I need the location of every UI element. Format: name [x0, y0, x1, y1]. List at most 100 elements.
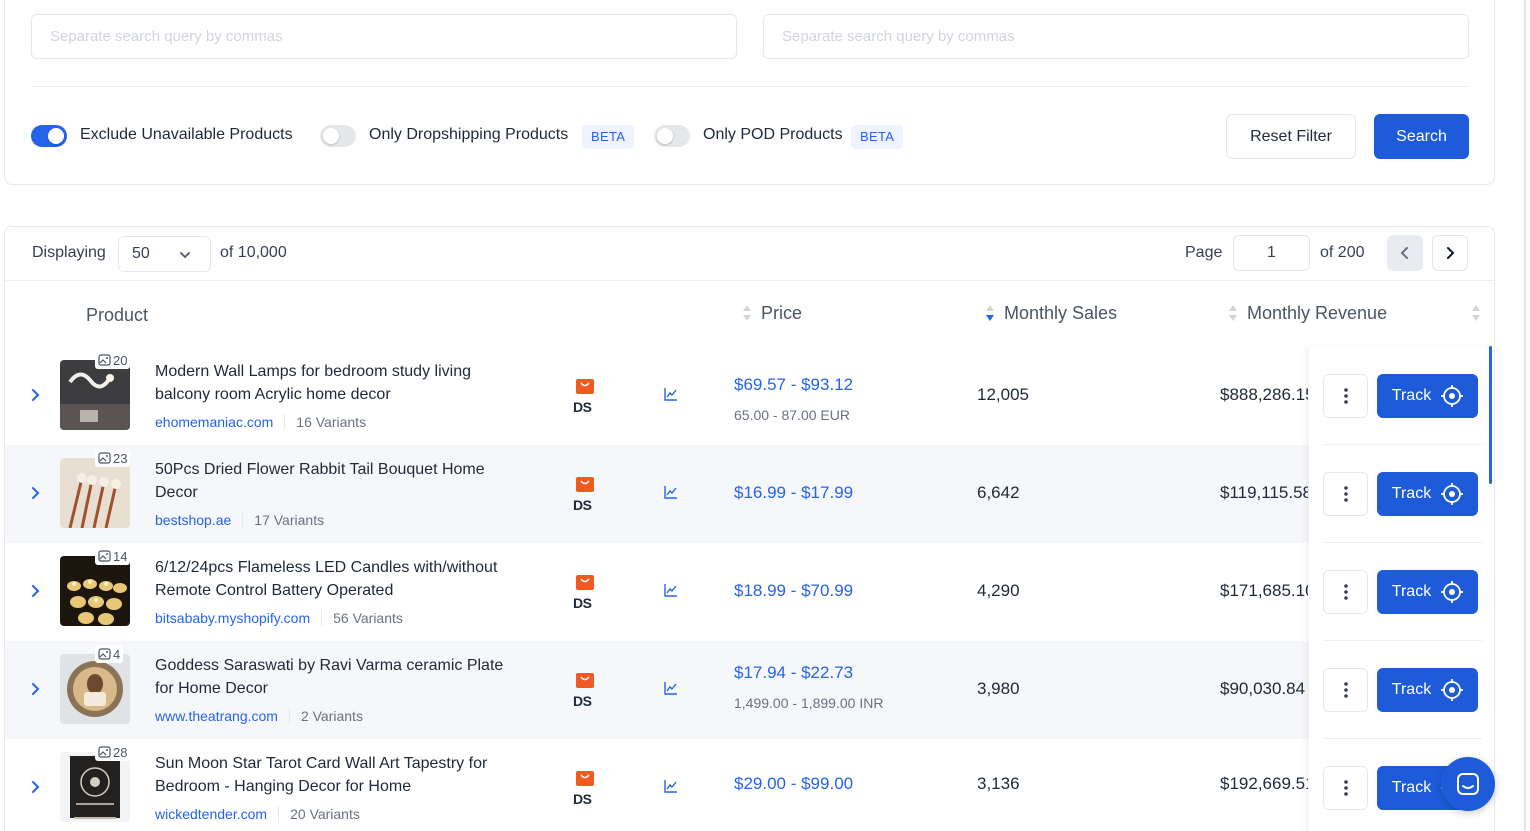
- product-title[interactable]: Modern Wall Lamps for bedroom study livi…: [155, 360, 525, 406]
- track-label: Track: [1391, 387, 1432, 404]
- column-header-monthly-sales[interactable]: Monthly Sales: [1004, 303, 1117, 324]
- search-input-include[interactable]: [31, 14, 737, 59]
- column-header-price[interactable]: Price: [761, 303, 802, 324]
- image-icon: [98, 354, 111, 366]
- trend-chart-icon[interactable]: [663, 582, 679, 598]
- sort-desc-icon[interactable]: [985, 303, 995, 323]
- crosshair-icon: [1441, 385, 1464, 407]
- store-link[interactable]: www.theatrang.com: [155, 708, 278, 724]
- ds-label: DS: [573, 693, 592, 709]
- track-button[interactable]: Track: [1377, 374, 1478, 418]
- products-table: Displaying 50 of 10,000 Page of 200 Prod…: [4, 226, 1495, 831]
- search-button[interactable]: Search: [1374, 114, 1469, 159]
- table-row[interactable]: 28 Sun Moon Star Tarot Card Wall Art Tap…: [5, 739, 1494, 831]
- chat-button[interactable]: [1441, 757, 1495, 811]
- image-icon: [98, 550, 111, 562]
- only-pod-toggle[interactable]: [654, 125, 690, 147]
- column-header-product[interactable]: Product: [86, 305, 148, 326]
- monthly-revenue: $171,685.10: [1220, 581, 1308, 600]
- track-label: Track: [1391, 681, 1432, 698]
- store-link[interactable]: wickedtender.com: [155, 806, 267, 822]
- track-button[interactable]: Track: [1377, 668, 1478, 712]
- next-page-button[interactable]: [1432, 235, 1468, 271]
- kebab-menu-icon: [1343, 780, 1348, 796]
- sort-icon[interactable]: [1471, 303, 1481, 323]
- more-options-button[interactable]: [1323, 472, 1368, 516]
- sort-icon[interactable]: [1228, 303, 1238, 323]
- variants-count: 16 Variants: [296, 414, 367, 430]
- track-label: Track: [1391, 779, 1432, 796]
- price-original: 1,499.00 - 1,899.00 INR: [734, 695, 884, 711]
- variants-count: 56 Variants: [333, 610, 403, 626]
- table-row[interactable]: 20 Modern Wall Lamps for bedroom study l…: [5, 347, 1494, 445]
- search-input-exclude[interactable]: [763, 14, 1469, 59]
- monthly-revenue: $119,115.58: [1220, 483, 1308, 502]
- store-link[interactable]: bestshop.ae: [155, 512, 231, 528]
- product-meta: bestshop.ae 17 Variants: [155, 512, 324, 528]
- image-icon: [98, 452, 111, 464]
- product-meta: wickedtender.com 20 Variants: [155, 806, 360, 822]
- image-icon: [98, 648, 111, 660]
- product-meta: www.theatrang.com 2 Variants: [155, 708, 363, 724]
- more-options-button[interactable]: [1323, 374, 1368, 418]
- table-row[interactable]: 14 6/12/24pcs Flameless LED Candles with…: [5, 543, 1494, 641]
- row-actions: Track: [1309, 543, 1494, 641]
- product-thumbnail[interactable]: [60, 360, 130, 430]
- prev-page-button[interactable]: [1387, 235, 1423, 271]
- beta-badge: BETA: [582, 125, 635, 149]
- column-header-monthly-revenue[interactable]: Monthly Revenue: [1247, 303, 1387, 324]
- chat-icon: [1457, 773, 1479, 795]
- track-button[interactable]: Track: [1377, 472, 1478, 516]
- chevron-right-icon[interactable]: [29, 387, 43, 403]
- image-count-badge: 14: [95, 547, 131, 565]
- track-label: Track: [1391, 485, 1432, 502]
- sort-icon[interactable]: [742, 303, 752, 323]
- trend-chart-icon[interactable]: [663, 484, 679, 500]
- shopping-bag-icon: [576, 477, 594, 492]
- image-count: 23: [113, 450, 128, 466]
- trend-chart-icon[interactable]: [663, 680, 679, 696]
- only-dropshipping-toggle[interactable]: [320, 125, 356, 147]
- trend-chart-icon[interactable]: [663, 386, 679, 402]
- product-thumbnail[interactable]: [60, 458, 130, 528]
- more-options-button[interactable]: [1323, 668, 1368, 712]
- chevron-right-icon[interactable]: [29, 681, 43, 697]
- price-range: $69.57 - $93.12: [734, 375, 854, 394]
- per-page-select[interactable]: 50: [118, 236, 211, 272]
- track-button[interactable]: Track: [1377, 570, 1478, 614]
- product-title[interactable]: 6/12/24pcs Flameless LED Candles with/wi…: [155, 556, 525, 602]
- product-thumbnail[interactable]: [60, 556, 130, 626]
- product-title[interactable]: Sun Moon Star Tarot Card Wall Art Tapest…: [155, 752, 525, 798]
- chevron-right-icon[interactable]: [29, 779, 43, 795]
- chevron-right-icon[interactable]: [29, 485, 43, 501]
- only-dropshipping-label: Only Dropshipping Products: [369, 126, 569, 143]
- trend-chart-icon[interactable]: [663, 778, 679, 794]
- image-count-badge: 4: [95, 645, 124, 663]
- chevron-down-icon: [180, 252, 190, 259]
- exclude-unavailable-toggle[interactable]: [31, 125, 67, 147]
- store-link[interactable]: ehomemaniac.com: [155, 414, 273, 430]
- page-label: Page: [1185, 244, 1223, 261]
- monthly-sales: 3,980: [977, 679, 1020, 698]
- product-title[interactable]: 50Pcs Dried Flower Rabbit Tail Bouquet H…: [155, 458, 525, 504]
- reset-filter-button[interactable]: Reset Filter: [1226, 114, 1356, 159]
- more-options-button[interactable]: [1323, 766, 1368, 810]
- table-row[interactable]: 23 50Pcs Dried Flower Rabbit Tail Bouque…: [5, 445, 1494, 543]
- product-thumbnail[interactable]: [60, 752, 130, 822]
- chevron-right-icon[interactable]: [29, 583, 43, 599]
- chevron-right-icon: [1447, 247, 1455, 259]
- chevron-left-icon: [1400, 247, 1408, 259]
- price-original: 65.00 - 87.00 EUR: [734, 407, 850, 423]
- more-options-button[interactable]: [1323, 570, 1368, 614]
- product-thumbnail[interactable]: [60, 654, 130, 724]
- image-count: 28: [113, 744, 128, 760]
- image-count: 14: [113, 548, 128, 564]
- page-scrollbar-track[interactable]: [1524, 0, 1526, 831]
- only-pod-label: Only POD Products: [703, 126, 843, 143]
- table-scrollbar[interactable]: [1489, 346, 1492, 484]
- store-link[interactable]: bitsababy.myshopify.com: [155, 610, 310, 626]
- table-row[interactable]: 4 Goddess Saraswati by Ravi Varma cerami…: [5, 641, 1494, 739]
- page-number-input[interactable]: [1233, 235, 1310, 271]
- product-title[interactable]: Goddess Saraswati by Ravi Varma ceramic …: [155, 654, 525, 700]
- row-actions: Track: [1309, 641, 1494, 739]
